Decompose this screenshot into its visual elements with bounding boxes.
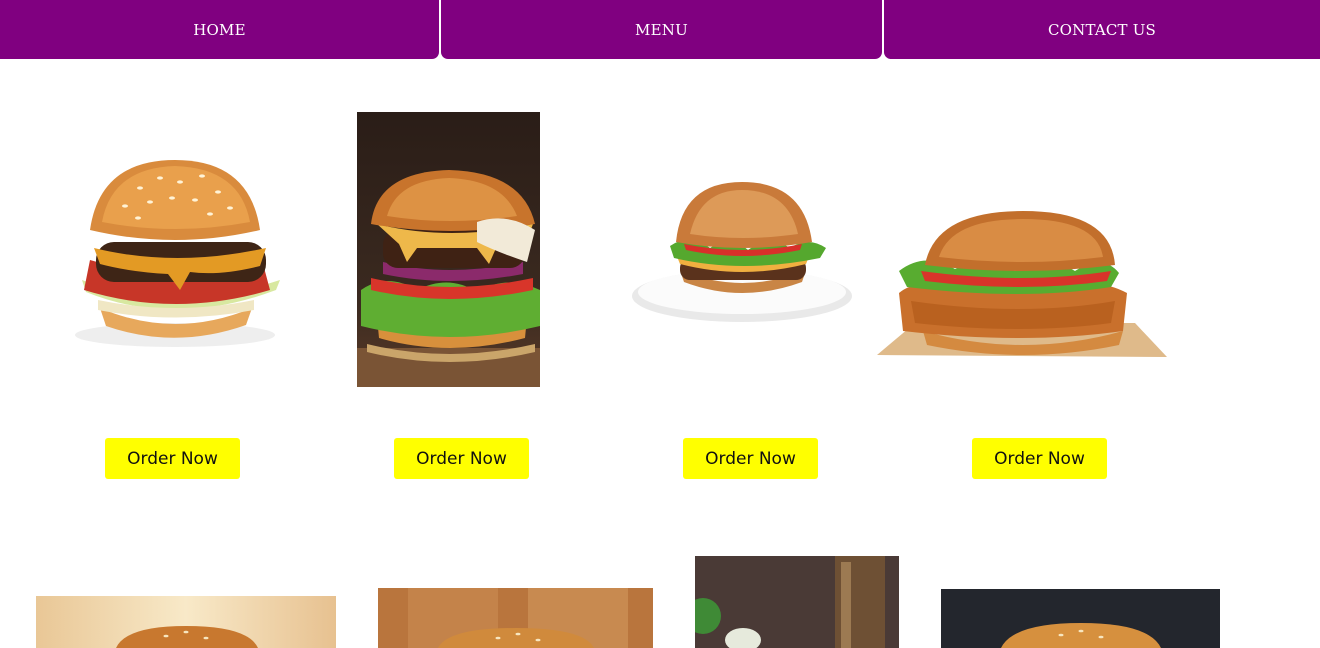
product-image-burger-dark — [941, 589, 1220, 648]
nav-contact-button[interactable]: CONTACT US — [884, 0, 1320, 59]
order-now-button[interactable]: Order Now — [394, 438, 529, 479]
top-navigation: HOME MENU CONTACT US — [0, 0, 1320, 59]
order-now-button[interactable]: Order Now — [972, 438, 1107, 479]
product-image-burger-warm — [36, 596, 336, 648]
nav-menu-button[interactable]: MENU — [441, 0, 882, 59]
product-image-burger-wooden — [378, 588, 653, 648]
product-image-classic-burger — [40, 140, 310, 355]
order-now-button[interactable]: Order Now — [683, 438, 818, 479]
product-image-burger-drink — [695, 556, 899, 648]
nav-home-button[interactable]: HOME — [0, 0, 439, 59]
product-image-cheeseburger — [357, 112, 540, 387]
product-image-chicken-sandwich — [875, 205, 1170, 365]
order-now-button[interactable]: Order Now — [105, 438, 240, 479]
product-image-plated-burger — [630, 170, 855, 335]
